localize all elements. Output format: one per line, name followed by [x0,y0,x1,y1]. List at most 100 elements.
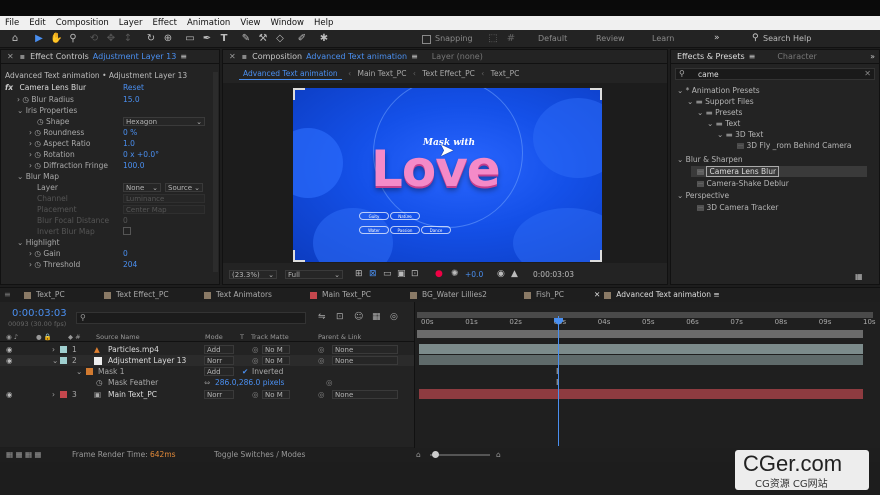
keyframe-icon[interactable]: I [556,378,558,387]
toggle-switches-modes[interactable]: Toggle Switches / Modes [214,450,305,459]
tree-item-camera-lens-blur[interactable]: ▤ Camera Lens Blur [697,166,780,177]
timeline-tab-bg-water[interactable]: BG_Water Lillies2 [410,288,487,302]
blend-mode-dropdown[interactable]: Norr [204,390,234,399]
menu-view[interactable]: View [235,18,265,28]
layer-name[interactable]: Adjustment Layer 13 [108,355,186,366]
pen-tool-icon[interactable]: ✒ [201,33,213,45]
expand-icon[interactable]: › [29,150,32,159]
type-tool-icon[interactable]: T [218,33,230,45]
effect-controls-tab[interactable]: Effect Controls [30,52,89,61]
pickwhip-icon[interactable]: ◎ [318,355,325,366]
layer-viewer-tab[interactable]: Layer (none) [432,52,483,61]
menu-animation[interactable]: Animation [182,18,235,28]
tree-item-text[interactable]: ⌄ ▬ Text [707,118,740,129]
blur-map-layer-dropdown[interactable]: None ⌄ [123,183,161,192]
new-bin-icon[interactable]: ▦ [855,272,863,281]
timeline-tab-text-pc[interactable]: Text_PC [24,288,65,302]
timeline-tab-fish[interactable]: Fish_PC [524,288,564,302]
expand-icon[interactable]: › [29,249,32,258]
anchor-tool-icon[interactable]: ⊕ [162,33,174,45]
character-tab[interactable]: Character [777,52,817,61]
label-swatch[interactable] [60,391,67,398]
tree-item-blur-sharpen[interactable]: ⌄ Blur & Sharpen [677,154,743,165]
menu-window[interactable]: Window [265,18,309,28]
effect-controls-layer[interactable]: Adjustment Layer 13 [93,52,177,61]
more-panels-icon[interactable]: » [870,52,875,61]
rotation-value[interactable]: 0 x +0.0° [123,149,159,160]
mask-name[interactable]: Mask 1 [98,366,124,377]
menu-composition[interactable]: Composition [51,18,114,28]
expand-icon[interactable]: › [29,128,32,137]
tree-item-animation-presets[interactable]: ⌄ * Animation Presets [677,85,760,96]
timeline-zoom-slider[interactable] [430,451,490,458]
layer-search-input[interactable]: ⚲ [76,312,306,324]
crumb-text[interactable]: Text_PC [491,69,520,78]
panel-menu-icon[interactable]: ≡ [713,290,719,299]
effect-controls-scrollbar[interactable] [213,72,218,272]
layer-bar-adjustment[interactable] [419,355,863,365]
puppet-tool-icon[interactable]: ✱ [318,33,330,45]
fast-previews-icon[interactable]: ⊞ [355,269,363,279]
stopwatch-icon[interactable]: ◷ [34,128,41,137]
close-icon[interactable]: ✕ [594,290,600,299]
source-name-header[interactable]: Source Name [96,333,140,341]
exposure-value[interactable]: +0.0 [465,270,483,279]
eraser-tool-icon[interactable]: ◇ [274,33,286,45]
region-of-interest-icon[interactable]: ▣ [397,269,406,279]
blend-mode-dropdown[interactable]: Add [204,345,234,354]
stopwatch-icon[interactable]: ◷ [96,377,103,388]
roundness-value[interactable]: 0 % [123,127,137,138]
pan-tool-icon[interactable]: ✥ [105,33,117,45]
mode-header[interactable]: Mode [205,333,223,341]
layer-bar-main-text[interactable] [419,389,863,399]
threshold-value[interactable]: 204 [123,259,137,270]
stopwatch-icon[interactable]: ◷ [37,117,44,126]
brush-tool-icon[interactable]: ✎ [240,33,252,45]
tree-item-presets[interactable]: ⌄ ▬ Presets [697,107,742,118]
zoom-tool-icon[interactable]: ⚲ [67,33,79,45]
viewer-timecode[interactable]: 0:00:03:03 [533,270,574,279]
expand-icon[interactable]: › [29,260,32,269]
rotate-tool-icon[interactable]: ↻ [145,33,157,45]
zoom-slider-thumb[interactable] [432,451,439,458]
pickwhip-icon[interactable]: ◎ [318,344,325,355]
stopwatch-icon[interactable]: ◷ [34,249,41,258]
motion-blur-icon[interactable]: ◎ [390,312,398,322]
layer-row[interactable]: ◉ › 3 ▣ Main Text_PC Norr ◎ No M ◎ None [0,389,414,400]
collapse-icon[interactable]: ⌄ [52,355,58,366]
clear-search-icon[interactable]: ✕ [864,69,871,78]
gain-value[interactable]: 0 [123,248,128,259]
collapse-icon[interactable]: ⌄ [17,106,23,115]
layer-row[interactable]: ◉ › 1 ▲ Particles.mp4 Add ◎ No M ◎ None [0,344,414,355]
composition-tab-name[interactable]: Advanced Text animation [306,52,407,61]
prop-highlight[interactable]: ⌄ Highlight [17,237,60,248]
status-icons[interactable]: ▦ ▦ ▦ ▦ [6,450,42,459]
expand-icon[interactable]: › [17,95,20,104]
timeline-graph-area[interactable]: 00s01s02s03s04s05s06s07s08s09s10s I I [414,302,880,448]
comp-mini-flowchart-icon[interactable]: ⇋ [318,312,326,322]
mask-color-swatch[interactable] [86,368,93,375]
crumb-advanced-text[interactable]: Advanced Text animation [239,68,342,80]
time-ruler[interactable]: 00s01s02s03s04s05s06s07s08s09s10s [415,318,880,330]
diffraction-fringe-value[interactable]: 100.0 [123,160,144,171]
panel-menu-icon[interactable]: ≡ [180,52,187,61]
workspace-default[interactable]: Default [538,34,567,43]
eye-icon[interactable]: ◉ [6,355,13,366]
stopwatch-icon[interactable]: ◷ [34,139,41,148]
collapse-icon[interactable]: ⌄ [76,366,82,377]
snap-edges-icon[interactable]: ⬚ [487,33,499,45]
layer-name[interactable]: Main Text_PC [108,389,157,400]
inverted-check-icon[interactable]: ✔ [242,366,248,377]
tree-item-3d-camera-tracker[interactable]: ▤ 3D Camera Tracker [697,202,778,213]
stopwatch-icon[interactable]: ◷ [34,161,41,170]
stopwatch-icon[interactable]: ◷ [34,150,41,159]
menu-help[interactable]: Help [309,18,338,28]
eye-icon[interactable]: ◉ [6,344,13,355]
zoom-dropdown[interactable]: (23.3%) ⌄ [229,270,277,279]
search-help-field[interactable]: Search Help [763,34,811,43]
close-icon[interactable]: ✕ [229,52,236,61]
tree-item-camera-shake[interactable]: ▤ Camera-Shake Deblur [697,178,789,189]
shape-dropdown[interactable]: Hexagon ⌄ [123,117,205,126]
track-matte-dropdown[interactable]: No M [262,356,290,365]
prop-iris-properties[interactable]: ⌄ Iris Properties [17,105,77,116]
